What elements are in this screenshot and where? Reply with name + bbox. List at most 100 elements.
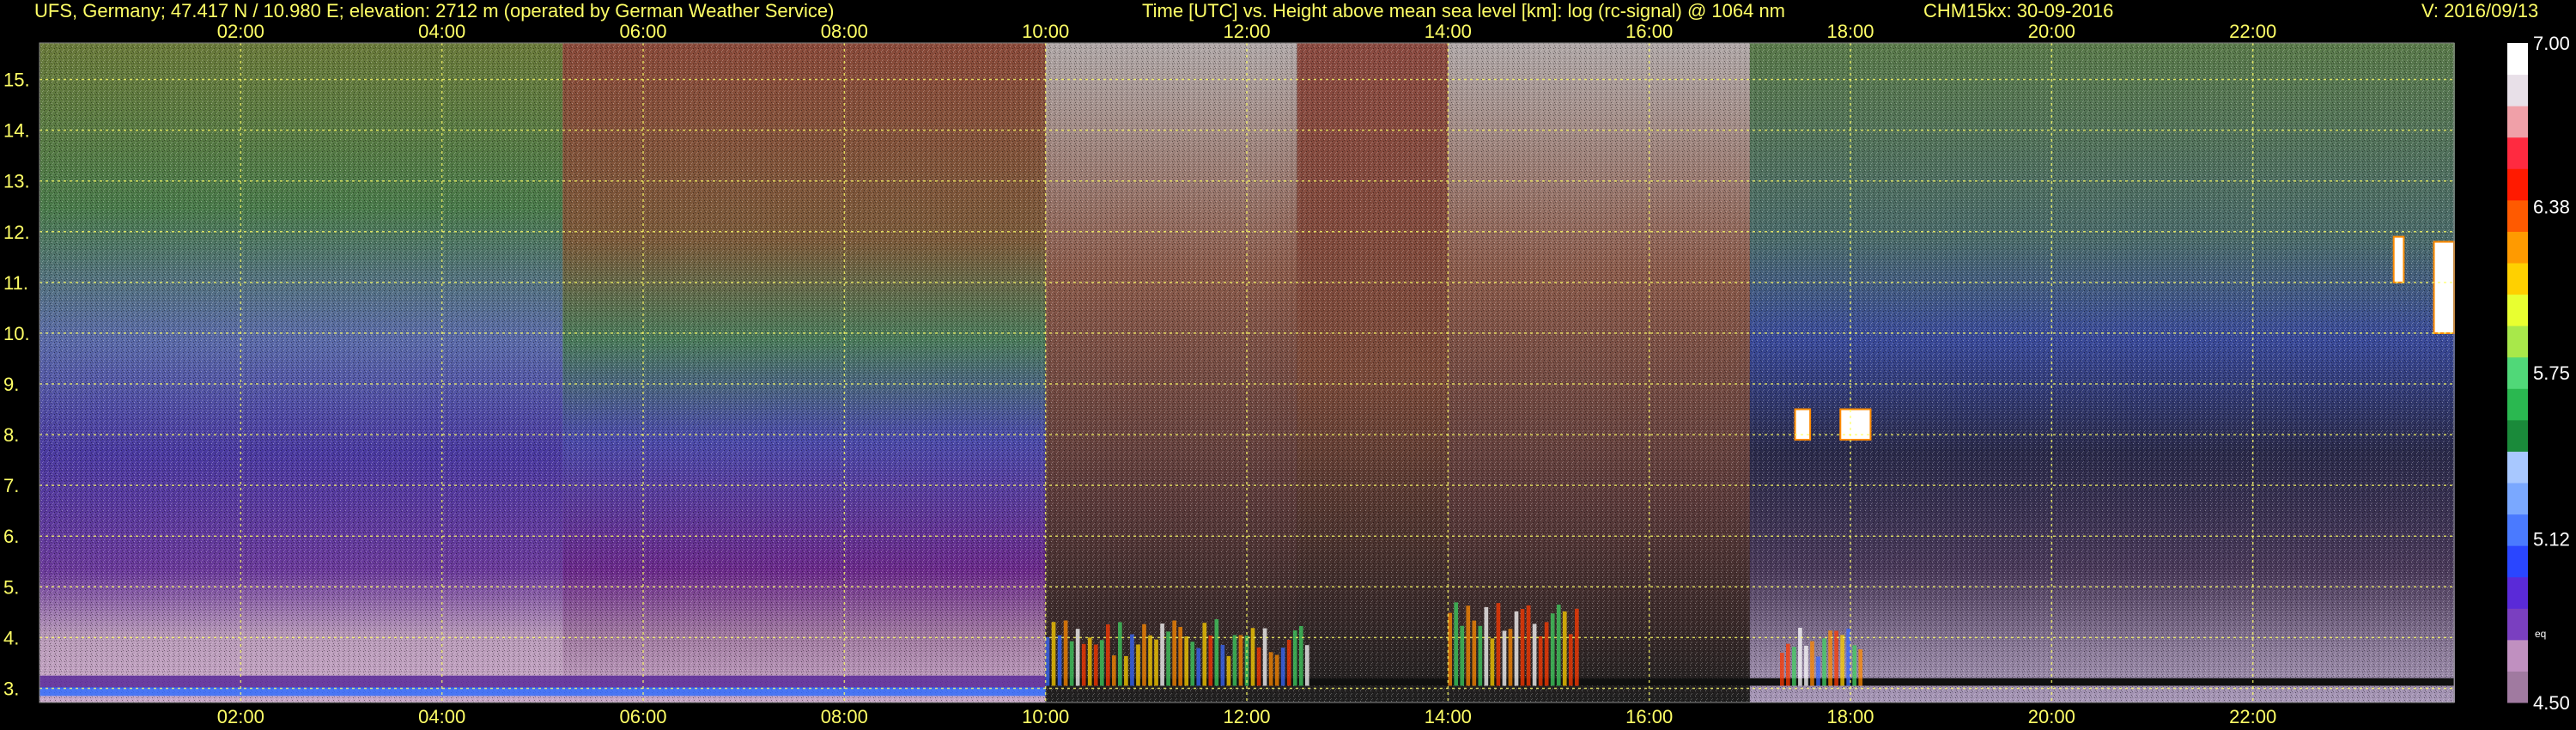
aerosol-plume	[1840, 635, 1844, 686]
colorbar-segment	[2507, 263, 2528, 295]
aerosol-plume	[1075, 629, 1080, 686]
y-tick-label: 14.	[3, 120, 30, 142]
aerosol-plume	[1822, 638, 1826, 686]
aerosol-plume	[1244, 636, 1249, 686]
aerosol-plume	[1154, 639, 1158, 686]
aerosol-plume	[1093, 644, 1098, 686]
y-tick-label: 4.	[3, 627, 19, 648]
y-tick-label: 7.	[3, 475, 19, 496]
aerosol-plume	[1568, 634, 1573, 686]
colorbar-segment	[2507, 137, 2528, 169]
aerosol-plume	[1514, 611, 1519, 686]
colorbar-segment	[2507, 74, 2528, 106]
aerosol-plume	[1538, 636, 1543, 686]
x-tick-label-bottom: 18:00	[1826, 706, 1874, 727]
boundary-layer	[39, 675, 1046, 689]
y-tick-label: 15.	[3, 70, 30, 91]
aerosol-plume	[1232, 635, 1237, 686]
aerosol-plume	[1562, 611, 1567, 686]
colorbar-segment	[2507, 576, 2528, 609]
colorbar-tick-label: 4.50	[2533, 692, 2570, 714]
colorbar-segment	[2507, 608, 2528, 641]
aerosol-plume	[1466, 605, 1471, 686]
colorbar-segment	[2507, 199, 2528, 232]
y-tick-label: 8.	[3, 424, 19, 446]
aerosol-plume	[1502, 630, 1507, 686]
colorbar-segment	[2507, 545, 2528, 578]
y-tick-label: 6.	[3, 526, 19, 547]
aerosol-plume	[1099, 640, 1104, 686]
x-tick-label-bottom: 16:00	[1625, 706, 1673, 727]
aerosol-plume	[1280, 648, 1285, 686]
y-tick-label: 10.	[3, 323, 30, 344]
y-tick-label: 13.	[3, 171, 30, 192]
aerosol-plume	[1160, 624, 1164, 686]
x-tick-label-top: 02:00	[217, 21, 264, 42]
aerosol-plume	[1178, 627, 1183, 686]
x-tick-label-bottom: 14:00	[1425, 706, 1472, 727]
aerosol-plume	[1130, 634, 1134, 686]
aerosol-plume	[1087, 637, 1092, 686]
y-tick-label: 3.	[3, 678, 19, 699]
aerosol-plume	[1472, 620, 1477, 686]
aerosol-plume	[1190, 642, 1195, 686]
colorbar-segment	[2507, 514, 2528, 546]
colorbar-segment	[2507, 43, 2528, 76]
x-tick-label-top: 08:00	[821, 21, 868, 42]
x-tick-label-top: 12:00	[1223, 21, 1270, 42]
aerosol-plume	[1148, 635, 1152, 686]
aerosol-plume	[1214, 619, 1219, 686]
aerosol-plume	[1496, 603, 1501, 686]
colorbar-segment	[2507, 325, 2528, 358]
aerosol-plume	[1142, 624, 1146, 686]
aerosol-plume	[1063, 620, 1068, 686]
aerosol-plume	[1184, 636, 1189, 686]
x-tick-label-bottom: 08:00	[821, 706, 868, 727]
cloud-feature	[2433, 240, 2455, 334]
colorbar-segment	[2507, 231, 2528, 264]
aerosol-plume	[1081, 643, 1086, 686]
aerosol-plume	[1508, 629, 1513, 686]
colorbar-tick-label: 5.12	[2533, 529, 2570, 551]
aerosol-plume	[1124, 655, 1128, 686]
aerosol-plume	[1556, 605, 1561, 686]
colorbar-segment	[2507, 106, 2528, 138]
aerosol-plume	[1136, 644, 1140, 686]
colorbar-segment	[2507, 356, 2528, 389]
y-tick-label: 5.	[3, 576, 19, 598]
x-tick-label-bottom: 06:00	[619, 706, 666, 727]
aerosol-plume	[1828, 630, 1832, 686]
aerosol-plume	[1202, 623, 1207, 686]
y-tick-label: 11.	[3, 272, 28, 294]
colorbar-segment	[2507, 451, 2528, 484]
colorbar-tick-label: 7.00	[2533, 33, 2570, 54]
aerosol-plume	[1057, 635, 1062, 686]
colorbar-segment	[2507, 168, 2528, 201]
aerosol-plume	[1786, 643, 1790, 686]
x-tick-label-top: 04:00	[418, 21, 465, 42]
x-tick-label-top: 14:00	[1425, 21, 1472, 42]
x-tick-label-bottom: 12:00	[1223, 706, 1270, 727]
aerosol-plume	[1460, 625, 1465, 686]
aerosol-plume	[1798, 627, 1802, 686]
aerosol-plume	[1490, 638, 1495, 686]
aerosol-plume	[1208, 636, 1213, 686]
colorbar-segment	[2507, 388, 2528, 421]
y-tick-label: 9.	[3, 374, 19, 395]
ceilometer-chart: 02:00 02:00 04:00 04:00 06:00 06:00 08:00 08:00…	[3, 21, 2570, 727]
aerosol-plume	[1478, 625, 1483, 686]
aerosol-plume	[1220, 644, 1225, 686]
aerosol-plume	[1051, 622, 1056, 686]
colorbar-segment	[2507, 671, 2528, 703]
x-tick-label-top: 06:00	[619, 21, 666, 42]
aerosol-plume	[1118, 622, 1122, 686]
x-tick-label-bottom: 04:00	[418, 706, 465, 727]
aerosol-plume	[1262, 628, 1267, 686]
x-tick-label-top: 18:00	[1826, 21, 1874, 42]
aerosol-plume	[1574, 608, 1579, 686]
aerosol-plume	[1544, 622, 1549, 686]
aerosol-plume	[1779, 653, 1784, 686]
aerosol-plume	[1111, 655, 1116, 686]
aerosol-plume	[1304, 645, 1309, 686]
aerosol-plume	[1810, 641, 1814, 686]
